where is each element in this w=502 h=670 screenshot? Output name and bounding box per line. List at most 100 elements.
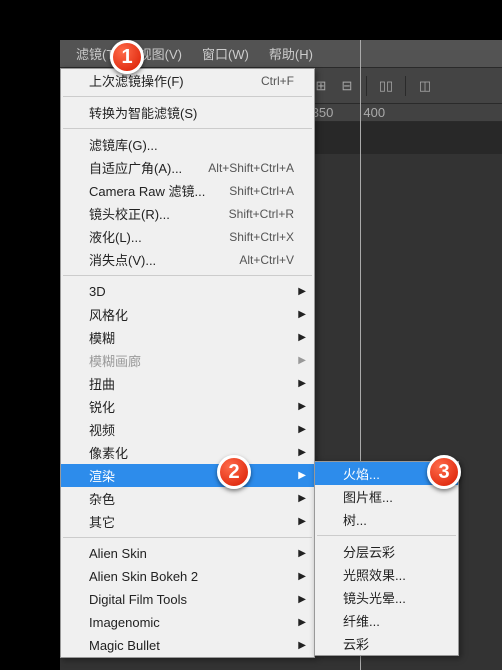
menu-magic-bullet[interactable]: Magic Bullet ▶ bbox=[61, 634, 314, 657]
menu-label: 消失点(V)... bbox=[89, 250, 239, 269]
menu-label: 转换为智能滤镜(S) bbox=[89, 103, 294, 122]
submenu-clouds[interactable]: 云彩 bbox=[315, 632, 458, 655]
menu-label: 光照效果... bbox=[343, 565, 438, 584]
menu-label: Alien Skin bbox=[89, 546, 294, 561]
arrow-icon: ▶ bbox=[298, 309, 306, 320]
menu-digital-film[interactable]: Digital Film Tools ▶ bbox=[61, 588, 314, 611]
menu-shortcut: Alt+Shift+Ctrl+A bbox=[208, 161, 294, 175]
mode-icon[interactable]: ◫ bbox=[414, 75, 436, 97]
menu-alien-skin[interactable]: Alien Skin ▶ bbox=[61, 542, 314, 565]
menu-label: 自适应广角(A)... bbox=[89, 158, 208, 177]
menu-shortcut: Shift+Ctrl+R bbox=[229, 207, 294, 221]
arrow-icon: ▶ bbox=[298, 493, 306, 504]
menu-blur-gallery: 模糊画廊 ▶ bbox=[61, 349, 314, 372]
menu-label: 分层云彩 bbox=[343, 542, 438, 561]
menu-shortcut: Shift+Ctrl+A bbox=[229, 184, 294, 198]
menu-label: 液化(L)... bbox=[89, 227, 229, 246]
menu-lens-correct[interactable]: 镜头校正(R)...Shift+Ctrl+R bbox=[61, 202, 314, 225]
menu-stylize[interactable]: 风格化 ▶ bbox=[61, 303, 314, 326]
menu-label: 上次滤镜操作(F) bbox=[89, 71, 261, 90]
submenu-picture-frame[interactable]: 图片框... bbox=[315, 485, 458, 508]
menu-label: Magic Bullet bbox=[89, 638, 294, 653]
menu-last-filter[interactable]: 上次滤镜操作(F) Ctrl+F bbox=[61, 69, 314, 92]
arrow-icon: ▶ bbox=[298, 548, 306, 559]
submenu-tree[interactable]: 树... bbox=[315, 508, 458, 531]
submenu-lighting[interactable]: 光照效果... bbox=[315, 563, 458, 586]
align-icon-2[interactable]: ⊟ bbox=[336, 75, 358, 97]
menu-distort[interactable]: 扭曲 ▶ bbox=[61, 372, 314, 395]
menu-label: 纤维... bbox=[343, 611, 438, 630]
menu-pixelate[interactable]: 像素化 ▶ bbox=[61, 441, 314, 464]
arrow-icon: ▶ bbox=[298, 355, 306, 366]
menu-smart-filter[interactable]: 转换为智能滤镜(S) bbox=[61, 101, 314, 124]
menu-label: Alien Skin Bokeh 2 bbox=[89, 569, 294, 584]
menu-label: 云彩 bbox=[343, 634, 438, 653]
menu-label: 锐化 bbox=[89, 397, 294, 416]
submenu-lens-flare[interactable]: 镜头光晕... bbox=[315, 586, 458, 609]
menu-label: 其它 bbox=[89, 512, 294, 531]
separator bbox=[63, 275, 312, 276]
render-submenu: 火焰... 图片框... 树... 分层云彩 光照效果... 镜头光晕... 纤… bbox=[314, 461, 459, 656]
menu-3d[interactable]: 3D ▶ bbox=[61, 280, 314, 303]
menu-noise[interactable]: 杂色 ▶ bbox=[61, 487, 314, 510]
menu-sharpen[interactable]: 锐化 ▶ bbox=[61, 395, 314, 418]
menu-label: 风格化 bbox=[89, 305, 294, 324]
arrow-icon: ▶ bbox=[298, 286, 306, 297]
menu-label: 火焰... bbox=[343, 464, 438, 483]
menu-shortcut: Alt+Ctrl+V bbox=[239, 253, 294, 267]
arrow-icon: ▶ bbox=[298, 378, 306, 389]
menu-label: 镜头光晕... bbox=[343, 588, 438, 607]
menu-label: 视频 bbox=[89, 420, 294, 439]
arrow-icon: ▶ bbox=[298, 424, 306, 435]
separator bbox=[63, 128, 312, 129]
menu-other[interactable]: 其它 ▶ bbox=[61, 510, 314, 533]
menu-label: 杂色 bbox=[89, 489, 294, 508]
submenu-diff-clouds[interactable]: 分层云彩 bbox=[315, 540, 458, 563]
menu-vanishing-point[interactable]: 消失点(V)...Alt+Ctrl+V bbox=[61, 248, 314, 271]
menu-adaptive-wide[interactable]: 自适应广角(A)...Alt+Shift+Ctrl+A bbox=[61, 156, 314, 179]
menu-window[interactable]: 窗口(W) bbox=[192, 44, 259, 63]
menu-label: 像素化 bbox=[89, 443, 294, 462]
arrow-icon: ▶ bbox=[298, 571, 306, 582]
menu-shortcut: Shift+Ctrl+X bbox=[229, 230, 294, 244]
menu-label: Digital Film Tools bbox=[89, 592, 294, 607]
menu-label: Camera Raw 滤镜... bbox=[89, 181, 229, 200]
menu-shortcut: Ctrl+F bbox=[261, 74, 294, 88]
callout-1: 1 bbox=[110, 40, 144, 74]
arrow-icon: ▶ bbox=[298, 332, 306, 343]
menu-help[interactable]: 帮助(H) bbox=[259, 44, 323, 63]
menu-render[interactable]: 渲染▶ bbox=[61, 464, 314, 487]
menu-imagenomic[interactable]: Imagenomic ▶ bbox=[61, 611, 314, 634]
menu-label: 树... bbox=[343, 510, 438, 529]
menu-video[interactable]: 视频 ▶ bbox=[61, 418, 314, 441]
menu-liquify[interactable]: 液化(L)...Shift+Ctrl+X bbox=[61, 225, 314, 248]
distribute-icon[interactable]: ▯▯ bbox=[375, 75, 397, 97]
arrow-icon: ▶ bbox=[298, 447, 306, 458]
menu-filter-gallery[interactable]: 滤镜库(G)... bbox=[61, 133, 314, 156]
menu-label: 滤镜库(G)... bbox=[89, 135, 294, 154]
menu-alien-bokeh[interactable]: Alien Skin Bokeh 2 ▶ bbox=[61, 565, 314, 588]
menu-camera-raw[interactable]: Camera Raw 滤镜...Shift+Ctrl+A bbox=[61, 179, 314, 202]
submenu-fibers[interactable]: 纤维... bbox=[315, 609, 458, 632]
arrow-icon: ▶ bbox=[298, 594, 306, 605]
menu-label: 扭曲 bbox=[89, 374, 294, 393]
ruler-tick: 400 bbox=[363, 105, 385, 120]
menu-label: 图片框... bbox=[343, 487, 438, 506]
callout-2: 2 bbox=[217, 455, 251, 489]
arrow-icon: ▶ bbox=[298, 470, 306, 481]
filter-dropdown: 上次滤镜操作(F) Ctrl+F 转换为智能滤镜(S) 滤镜库(G)... 自适… bbox=[60, 68, 315, 658]
menu-label: 3D bbox=[89, 284, 294, 299]
callout-3: 3 bbox=[427, 455, 461, 489]
arrow-icon: ▶ bbox=[298, 516, 306, 527]
menu-label: 模糊画廊 bbox=[89, 351, 294, 370]
menu-label: Imagenomic bbox=[89, 615, 294, 630]
separator bbox=[63, 537, 312, 538]
menu-label: 模糊 bbox=[89, 328, 294, 347]
separator bbox=[63, 96, 312, 97]
menu-label: 镜头校正(R)... bbox=[89, 204, 229, 223]
arrow-icon: ▶ bbox=[298, 640, 306, 651]
separator bbox=[317, 535, 456, 536]
arrow-icon: ▶ bbox=[298, 401, 306, 412]
menu-blur[interactable]: 模糊 ▶ bbox=[61, 326, 314, 349]
arrow-icon: ▶ bbox=[298, 617, 306, 628]
